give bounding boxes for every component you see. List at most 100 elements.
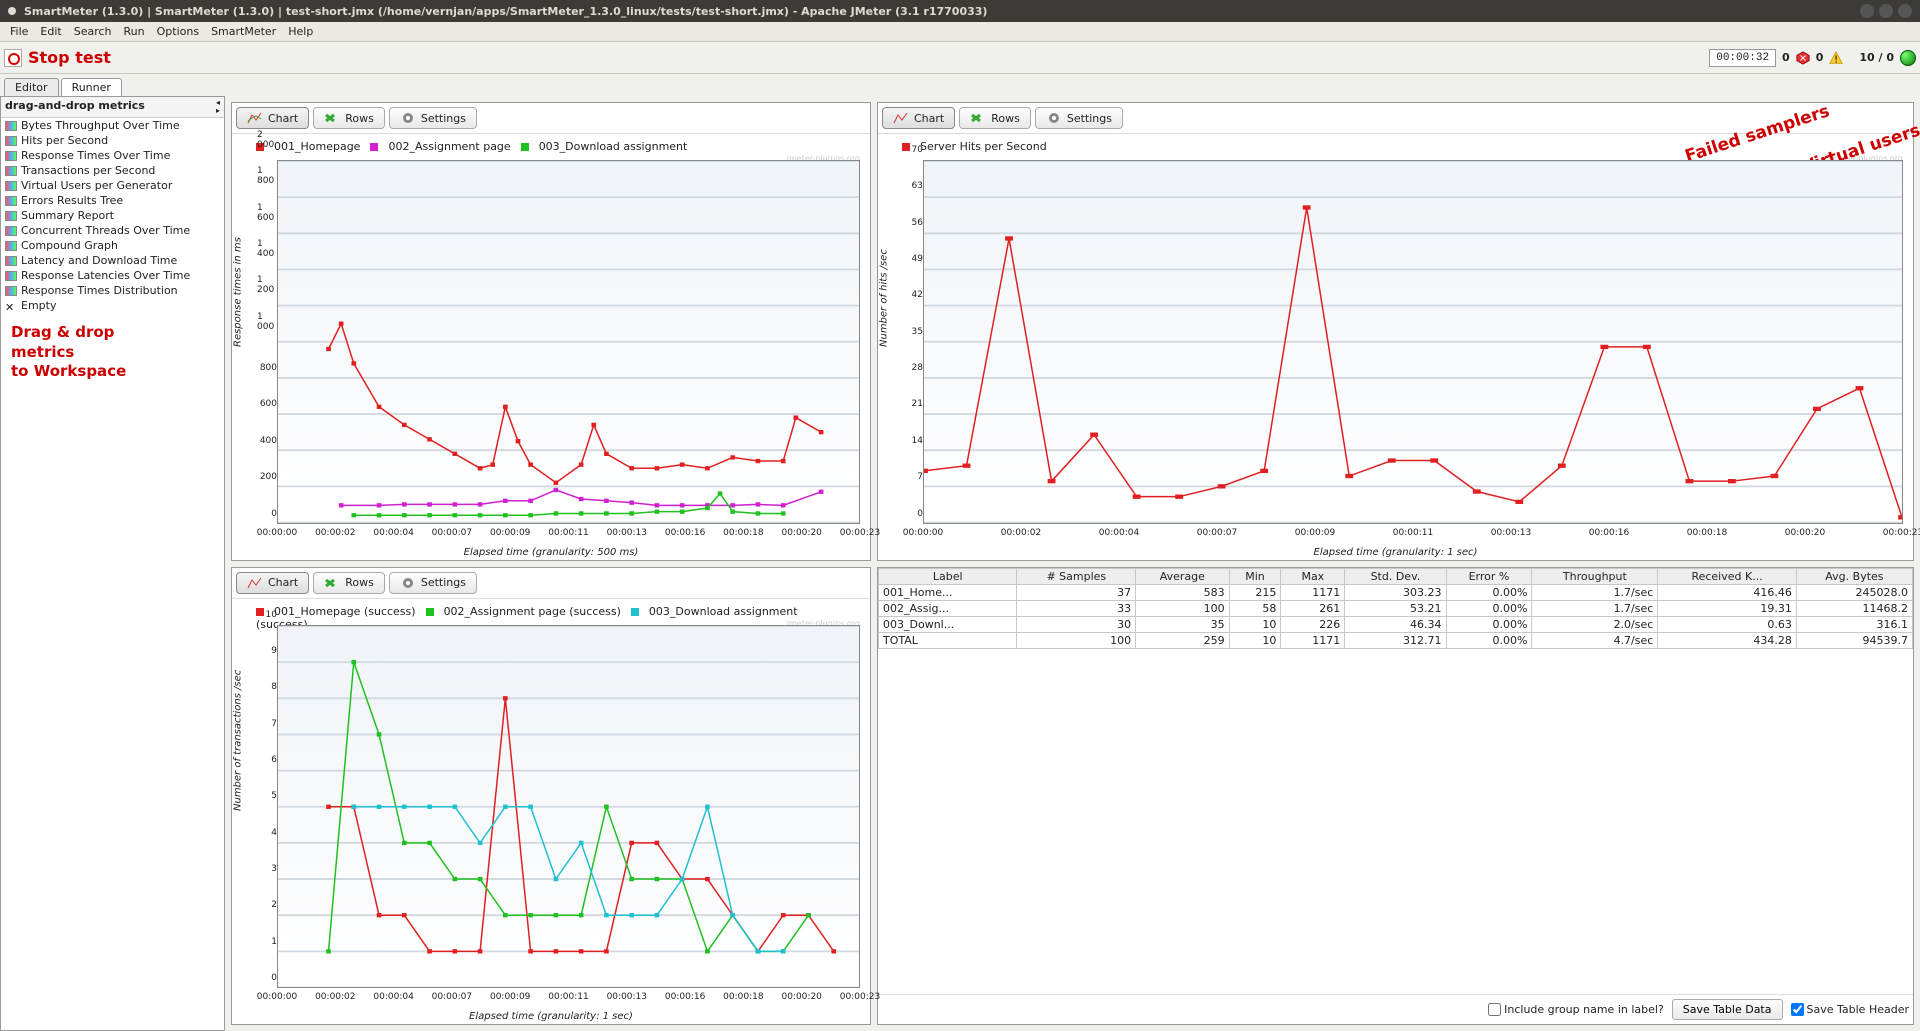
y-axis-label: Number of transactions /sec <box>233 670 244 811</box>
metric-icon <box>5 286 17 296</box>
metric-icon <box>5 136 17 146</box>
metric-icon <box>5 121 17 131</box>
table-header[interactable]: Error % <box>1446 568 1532 584</box>
metric-icon <box>5 226 17 236</box>
minimize-button[interactable] <box>1860 4 1874 18</box>
metric-item[interactable]: Hits per Second <box>1 133 224 148</box>
x-axis-label: Elapsed time (granularity: 500 ms) <box>232 547 870 558</box>
chart-area: 001_Homepage (success)002_Assignment pag… <box>232 599 870 1025</box>
chart-canvas <box>277 160 860 524</box>
panel-summary-table: Label# SamplesAverageMinMaxStd. Dev.Erro… <box>877 567 1914 1026</box>
metric-item[interactable]: Compound Graph <box>1 238 224 253</box>
gear-icon <box>400 576 416 590</box>
metric-label: Errors Results Tree <box>21 194 123 207</box>
menu-file[interactable]: File <box>4 25 34 38</box>
sidebar: drag-and-drop metrics ◂▸ Bytes Throughpu… <box>0 96 225 1031</box>
include-group-checkbox[interactable]: Include group name in label? <box>1488 1003 1664 1016</box>
close-button[interactable] <box>1898 4 1912 18</box>
table-header[interactable]: Average <box>1136 568 1230 584</box>
menu-run[interactable]: Run <box>118 25 151 38</box>
menu-options[interactable]: Options <box>151 25 205 38</box>
table-header[interactable]: Std. Dev. <box>1345 568 1446 584</box>
metric-empty[interactable]: ✕Empty <box>1 298 224 313</box>
chart-icon <box>893 111 909 125</box>
tab-chart[interactable]: Chart <box>236 107 309 129</box>
table-header[interactable]: # Samples <box>1017 568 1136 584</box>
sidebar-header: drag-and-drop metrics ◂▸ <box>1 97 224 118</box>
metric-label: Response Latencies Over Time <box>21 269 190 282</box>
table-header[interactable]: Received K... <box>1658 568 1797 584</box>
table-row[interactable]: 001_Home...375832151171303.230.00%1.7/se… <box>879 584 1913 600</box>
window-title: SmartMeter (1.3.0) | SmartMeter (1.3.0) … <box>24 5 1855 18</box>
titlebar: SmartMeter (1.3.0) | SmartMeter (1.3.0) … <box>0 0 1920 22</box>
chart-legend: 001_Homepage002_Assignment page003_Downl… <box>236 138 866 155</box>
table-header[interactable]: Min <box>1229 568 1281 584</box>
metrics-list: Bytes Throughput Over TimeHits per Secon… <box>1 118 224 298</box>
metric-item[interactable]: Summary Report <box>1 208 224 223</box>
tab-runner[interactable]: Runner <box>61 78 122 96</box>
metric-icon <box>5 256 17 266</box>
sidebar-annotation: Drag & dropmetricsto Workspace <box>1 313 224 392</box>
tab-rows[interactable]: Rows <box>959 107 1031 129</box>
metric-icon <box>5 151 17 161</box>
metric-item[interactable]: Bytes Throughput Over Time <box>1 118 224 133</box>
x-axis-label: Elapsed time (granularity: 1 sec) <box>232 1011 870 1022</box>
metric-label: Transactions per Second <box>21 164 155 177</box>
metric-item[interactable]: Transactions per Second <box>1 163 224 178</box>
table-row[interactable]: 002_Assig...331005826153.210.00%1.7/sec1… <box>879 600 1913 616</box>
save-table-data-button[interactable]: Save Table Data <box>1672 999 1783 1020</box>
gear-icon <box>1046 111 1062 125</box>
tab-editor[interactable]: Editor <box>4 78 59 96</box>
menu-search[interactable]: Search <box>68 25 118 38</box>
tab-settings[interactable]: Settings <box>389 572 477 594</box>
tab-chart[interactable]: Chart <box>236 572 309 594</box>
metric-icon <box>5 211 17 221</box>
rows-icon <box>970 111 986 125</box>
summary-table: Label# SamplesAverageMinMaxStd. Dev.Erro… <box>878 568 1913 649</box>
metric-label: Summary Report <box>21 209 114 222</box>
tab-settings[interactable]: Settings <box>389 107 477 129</box>
tab-chart[interactable]: Chart <box>882 107 955 129</box>
chart-area: 001_Homepage002_Assignment page003_Downl… <box>232 134 870 560</box>
maximize-button[interactable] <box>1879 4 1893 18</box>
panel-response-times: Chart Rows Settings 001_Homepage002_Assi… <box>231 102 871 561</box>
menu-help[interactable]: Help <box>282 25 319 38</box>
fail-count: 0 <box>1782 51 1790 64</box>
metric-item[interactable]: Response Times Distribution <box>1 283 224 298</box>
metric-item[interactable]: Virtual Users per Generator <box>1 178 224 193</box>
tab-rows[interactable]: Rows <box>313 107 385 129</box>
y-axis-label: Response times in ms <box>233 237 244 347</box>
stop-test-label[interactable]: Stop test <box>28 48 111 67</box>
main-tabs: Editor Runner <box>0 74 1920 96</box>
metric-icon <box>5 166 17 176</box>
tab-settings[interactable]: Settings <box>1035 107 1123 129</box>
y-axis-label: Number of hits /sec <box>879 249 890 347</box>
warn-count: 0 <box>1816 51 1824 64</box>
metric-item[interactable]: Errors Results Tree <box>1 193 224 208</box>
tab-rows[interactable]: Rows <box>313 572 385 594</box>
sidebar-scroll-arrows[interactable]: ◂▸ <box>216 99 220 115</box>
warning-icon: ! <box>1829 51 1843 65</box>
save-header-checkbox[interactable]: Save Table Header <box>1791 1003 1910 1016</box>
panel-hits: Chart Rows Settings Server Hits per Seco… <box>877 102 1914 561</box>
stop-icon[interactable] <box>4 49 22 67</box>
table-header[interactable]: Max <box>1281 568 1345 584</box>
table-footer: Include group name in label? Save Table … <box>878 994 1913 1024</box>
rows-icon <box>324 576 340 590</box>
menu-smartmeter[interactable]: SmartMeter <box>205 25 282 38</box>
metric-label: Hits per Second <box>21 134 108 147</box>
metric-item[interactable]: Response Latencies Over Time <box>1 268 224 283</box>
metric-icon <box>5 271 17 281</box>
metric-item[interactable]: Concurrent Threads Over Time <box>1 223 224 238</box>
metric-item[interactable]: Response Times Over Time <box>1 148 224 163</box>
table-row[interactable]: 003_Downl...30351022646.340.00%2.0/sec0.… <box>879 616 1913 632</box>
menu-edit[interactable]: Edit <box>34 25 67 38</box>
svg-text:✕: ✕ <box>1799 53 1807 64</box>
table-header[interactable]: Label <box>879 568 1017 584</box>
metric-item[interactable]: Latency and Download Time <box>1 253 224 268</box>
table-header[interactable]: Throughput <box>1532 568 1658 584</box>
toolbar: Stop test 00:00:32 0 ✕ 0 ! 10 / 0 <box>0 42 1920 74</box>
table-header[interactable]: Avg. Bytes <box>1796 568 1912 584</box>
metric-label: Response Times Over Time <box>21 149 170 162</box>
table-row[interactable]: TOTAL100259101171312.710.00%4.7/sec434.2… <box>879 632 1913 648</box>
